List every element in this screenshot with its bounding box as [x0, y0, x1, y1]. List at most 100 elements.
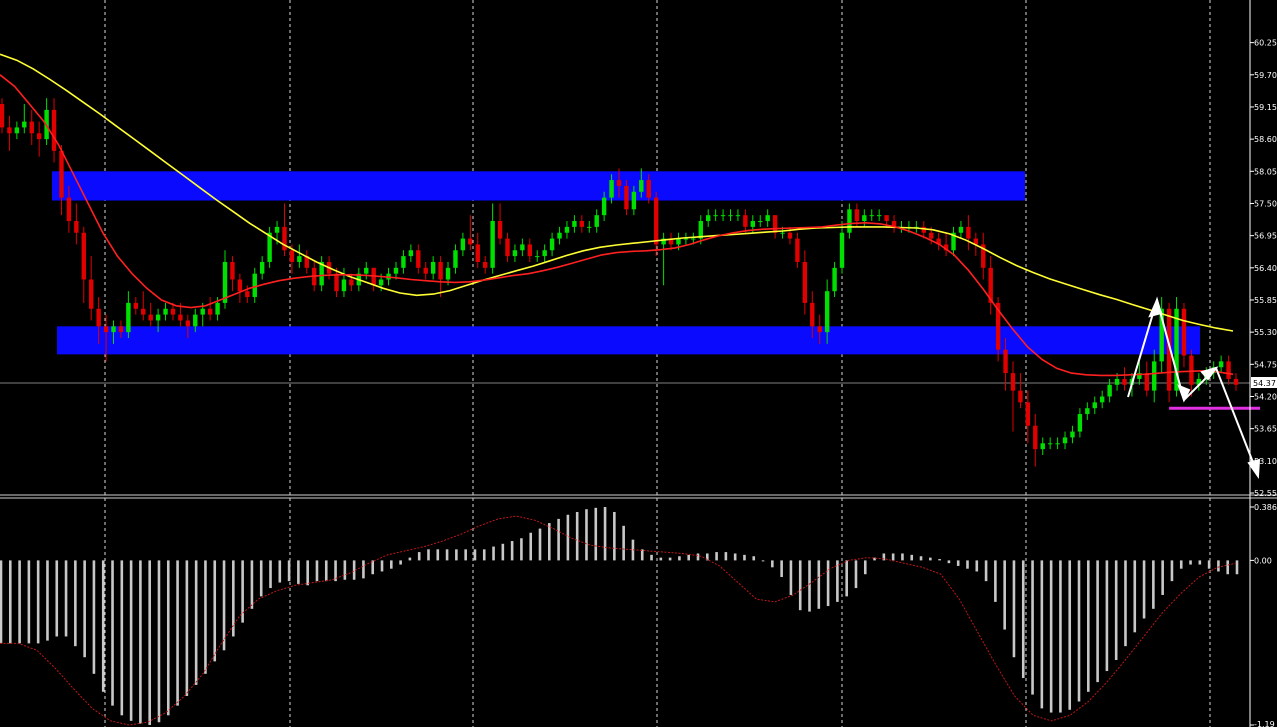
macd-bar	[1059, 560, 1062, 713]
macd-bar	[315, 560, 319, 582]
candle-body	[854, 209, 860, 222]
candle-body	[185, 320, 191, 327]
macd-bar	[482, 549, 486, 561]
macd-bar	[157, 560, 161, 723]
macd-bar	[640, 549, 644, 561]
macd-bar	[166, 560, 170, 716]
candle-body	[520, 244, 525, 251]
candle-body	[393, 267, 399, 274]
candle-body	[1226, 361, 1231, 379]
macd-bar	[287, 560, 291, 582]
candle-body	[178, 314, 183, 321]
macd-bar	[148, 560, 151, 725]
candle-body	[884, 215, 889, 222]
candle-body	[1070, 431, 1075, 438]
candle-body	[1062, 437, 1068, 444]
candle-body	[118, 326, 124, 333]
macd-bar	[929, 557, 932, 561]
candle-body	[96, 308, 101, 327]
macd-bar	[1170, 560, 1174, 582]
macd-bar	[1096, 560, 1099, 683]
macd-bar	[594, 507, 598, 561]
candle-body	[1107, 384, 1112, 397]
macd-bar	[520, 538, 523, 561]
candle-body	[780, 232, 785, 234]
macd-bar	[417, 552, 421, 561]
candle-body	[1040, 443, 1045, 450]
candle-body	[609, 180, 614, 198]
macd-bar	[557, 518, 560, 561]
price-tick-label: 57.50	[1254, 199, 1277, 208]
macd-bar	[752, 556, 756, 561]
candle-body	[490, 221, 495, 268]
macd-bar	[1012, 560, 1016, 658]
price-axis-ticks: 60.25 59.70 59.15 58.60 58.05 57.50 56.95 56.40…	[1250, 39, 1277, 498]
macd-bar	[947, 560, 951, 564]
candle-body	[364, 267, 369, 274]
candle-body	[193, 314, 198, 327]
macd-bar	[250, 560, 254, 609]
candle-body	[787, 232, 793, 239]
macd-bar	[613, 511, 616, 561]
candle-body	[170, 308, 176, 315]
macd-bar	[501, 543, 505, 561]
macd-bar	[455, 549, 458, 561]
current-price-label: 54.37	[1253, 379, 1276, 388]
candle-body	[1144, 373, 1149, 391]
macd-bar	[696, 553, 700, 561]
candle-body	[245, 291, 250, 298]
candle-body	[1055, 443, 1060, 445]
macd-bar	[204, 560, 207, 674]
candle-body	[29, 121, 34, 134]
macd-tick-label: -1.19	[1254, 720, 1275, 727]
price-tick-label: 56.95	[1254, 232, 1277, 241]
macd-bar	[390, 560, 393, 569]
candle-body	[795, 238, 800, 262]
macd-bar	[975, 560, 979, 572]
candle-body	[423, 267, 428, 274]
macd-bar	[966, 560, 969, 569]
macd-bar	[18, 560, 21, 644]
candle-body	[141, 308, 146, 315]
candle-body	[810, 302, 815, 327]
macd-bar	[529, 532, 533, 561]
macd-bar	[194, 560, 198, 685]
candle-body	[1025, 402, 1031, 426]
candle-body	[527, 244, 532, 257]
candle-body	[639, 180, 644, 192]
candle-body	[572, 221, 577, 227]
macd-bar	[566, 514, 570, 561]
macd-bar	[473, 549, 477, 561]
candle-body	[1018, 390, 1023, 403]
macd-bar	[343, 560, 347, 580]
macd-bar	[269, 560, 272, 589]
macd-bar	[678, 556, 681, 561]
candle-body	[1033, 425, 1038, 450]
candle-body	[482, 261, 488, 268]
macd-bar	[1105, 560, 1109, 672]
candle-body	[802, 261, 808, 303]
candle-body	[259, 261, 265, 274]
candle-body	[1077, 414, 1083, 432]
candle-body	[297, 256, 302, 262]
macd-bar	[836, 560, 839, 602]
macd-bar	[259, 560, 263, 597]
macd-bar	[1152, 560, 1155, 609]
candle-body	[416, 250, 421, 268]
candle-body	[1085, 408, 1090, 415]
macd-bar	[1087, 560, 1090, 692]
macd-tick-label: 0.00	[1254, 556, 1272, 565]
candle-body	[1099, 396, 1105, 403]
macd-bar	[585, 509, 588, 561]
macd-bar	[213, 560, 217, 662]
macd-bar	[8, 560, 12, 644]
candle-body	[535, 256, 540, 258]
price-tick-label: 53.65	[1254, 425, 1277, 434]
macd-bar	[798, 560, 802, 611]
macd-bar	[1189, 560, 1192, 565]
candle-body	[163, 308, 168, 315]
candle-body	[564, 226, 570, 233]
macd-bar	[46, 560, 49, 641]
macd-bar	[1077, 560, 1081, 702]
candle-body	[408, 250, 414, 257]
